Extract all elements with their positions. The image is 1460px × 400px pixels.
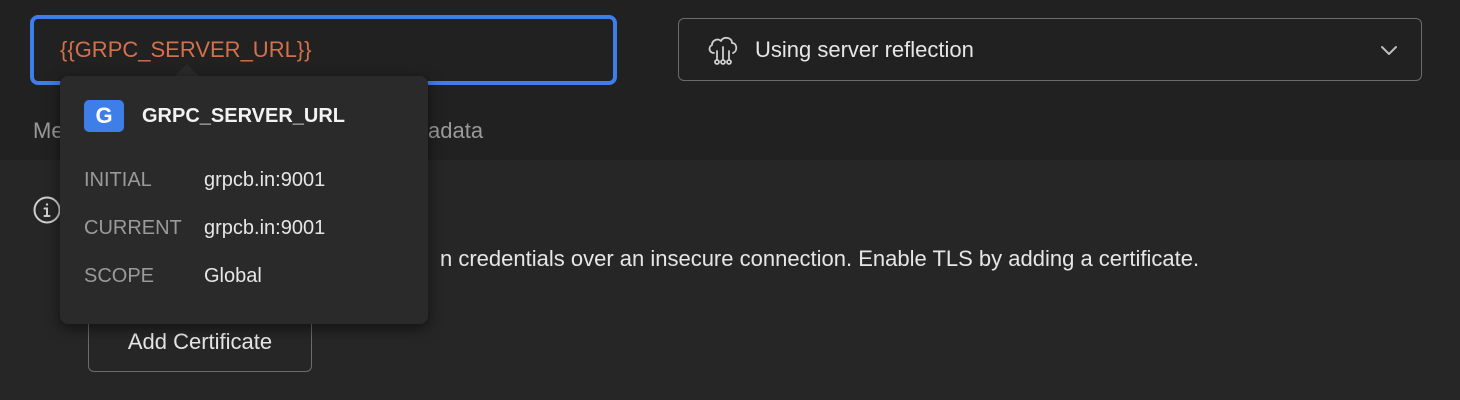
initial-value: grpcb.in:9001 xyxy=(204,169,326,191)
initial-label: INITIAL xyxy=(84,169,152,191)
current-label: CURRENT xyxy=(84,217,182,239)
variable-scope-badge: G xyxy=(84,100,124,132)
server-url-value: {{GRPC_SERVER_URL}} xyxy=(60,37,312,62)
method-select[interactable]: Using server reflection xyxy=(678,18,1422,81)
tls-warning-text: n credentials over an insecure connectio… xyxy=(440,246,1200,271)
variable-tooltip: G GRPC_SERVER_URL INITIAL grpcb.in:9001 … xyxy=(60,76,428,324)
info-icon xyxy=(33,196,61,224)
scope-value: Global xyxy=(204,265,262,287)
tab-metadata[interactable]: adata xyxy=(428,118,483,144)
tab-message[interactable]: Me xyxy=(33,118,64,144)
variable-name: GRPC_SERVER_URL xyxy=(142,105,346,127)
current-value: grpcb.in:9001 xyxy=(204,217,326,239)
cloud-reflection-icon xyxy=(708,36,738,65)
chevron-down-icon xyxy=(1381,46,1397,55)
server-url-input[interactable]: {{GRPC_SERVER_URL}} xyxy=(30,15,617,85)
method-select-label: Using server reflection xyxy=(755,36,974,62)
scope-label: SCOPE xyxy=(84,265,155,287)
